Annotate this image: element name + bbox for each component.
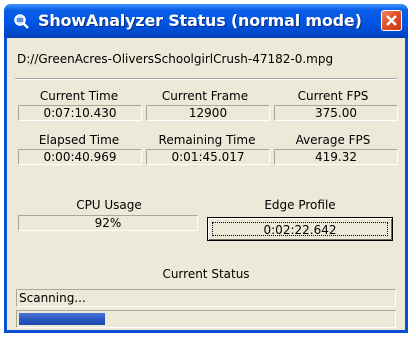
cpu-usage-value: 92% xyxy=(18,215,198,231)
elapsed-time-value: 0:00:40.969 xyxy=(18,149,142,165)
current-fps-value: 375.00 xyxy=(274,105,398,121)
progress-fill xyxy=(19,313,106,325)
status-window: ShowAnalyzer Status (normal mode) D://Gr… xyxy=(4,4,408,333)
average-fps-value: 419.32 xyxy=(274,149,398,165)
current-status-label: Current Status xyxy=(162,267,250,281)
client-area: D://GreenAcres-OliversSchoolgirlCrush-47… xyxy=(7,38,405,330)
divider xyxy=(15,78,397,80)
current-fps-label: Current FPS xyxy=(297,89,369,103)
remaining-time-value: 0:01:45.017 xyxy=(146,149,270,165)
elapsed-time-label: Elapsed Time xyxy=(38,133,120,147)
window-title: ShowAnalyzer Status (normal mode) xyxy=(38,11,362,30)
edge-profile-button[interactable]: 0:02:22.642 xyxy=(207,217,393,241)
title-bar[interactable]: ShowAnalyzer Status (normal mode) xyxy=(4,4,408,38)
close-button[interactable] xyxy=(381,10,402,31)
current-time-label: Current Time xyxy=(39,89,119,103)
remaining-time-label: Remaining Time xyxy=(158,133,256,147)
edge-profile-value: 0:02:22.642 xyxy=(212,222,388,237)
current-frame-value: 12900 xyxy=(146,105,270,121)
current-frame-label: Current Frame xyxy=(161,89,249,103)
progress-bar xyxy=(16,310,396,328)
status-text: Scanning... xyxy=(16,289,396,307)
cpu-usage-label: CPU Usage xyxy=(76,198,142,212)
average-fps-label: Average FPS xyxy=(295,133,371,147)
current-time-value: 0:07:10.430 xyxy=(18,105,142,121)
edge-profile-label: Edge Profile xyxy=(264,198,336,212)
analyzer-app-icon xyxy=(13,13,31,29)
close-icon xyxy=(386,15,397,26)
file-path: D://GreenAcres-OliversSchoolgirlCrush-47… xyxy=(17,52,334,66)
